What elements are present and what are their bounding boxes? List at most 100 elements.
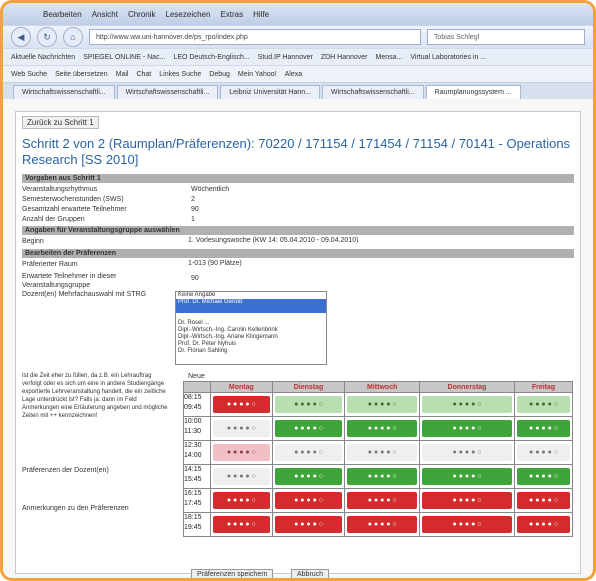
toolbar-item[interactable]: Seite übersetzen bbox=[55, 71, 108, 78]
menu-item-view[interactable]: Ansicht bbox=[92, 10, 118, 19]
list-item[interactable] bbox=[176, 313, 326, 320]
schedule-cell[interactable]: ● ● ● ● ○ bbox=[514, 392, 573, 417]
schedule-cell[interactable]: ● ● ● ● ○ bbox=[271, 440, 346, 465]
preference-radio-group[interactable]: ● ● ● ● ○ bbox=[517, 396, 570, 413]
room-select[interactable]: 1-013 (90 Plätze) bbox=[188, 259, 242, 269]
preference-radio-group[interactable]: ● ● ● ● ○ bbox=[274, 396, 343, 413]
list-item[interactable]: Prof. Dr. Michael Gerold bbox=[176, 299, 326, 306]
preference-radio-group[interactable]: ● ● ● ● ○ bbox=[347, 492, 417, 509]
toolbar-item[interactable]: Linkes Suche bbox=[159, 71, 201, 78]
preference-radio-group[interactable]: ● ● ● ● ○ bbox=[347, 396, 417, 413]
preference-radio-group[interactable]: ● ● ● ● ○ bbox=[517, 492, 570, 509]
schedule-cell[interactable]: ● ● ● ● ○ bbox=[271, 464, 346, 489]
schedule-cell[interactable]: ● ● ● ● ○ bbox=[271, 392, 346, 417]
menu-item-edit[interactable]: Bearbeiten bbox=[43, 10, 82, 19]
toolbar-item[interactable]: Chat bbox=[136, 71, 151, 78]
save-preferences-button[interactable]: Präferenzen speichern bbox=[191, 569, 274, 578]
preference-radio-group[interactable]: ● ● ● ● ○ bbox=[274, 444, 343, 461]
bookmark[interactable]: ZDH Hannover bbox=[321, 54, 368, 61]
list-item[interactable]: Prof. Dr. Peter Nyhuis bbox=[176, 341, 326, 348]
preference-radio-group[interactable]: ● ● ● ● ○ bbox=[213, 468, 270, 485]
schedule-cell[interactable]: ● ● ● ● ○ bbox=[210, 440, 273, 465]
browser-tab[interactable]: Wirtschaftswissenschaftli... bbox=[116, 85, 219, 99]
list-item[interactable]: Dr. Florian Sahling bbox=[176, 348, 326, 355]
toolbar-item[interactable]: Mail bbox=[116, 71, 129, 78]
preference-radio-group[interactable]: ● ● ● ● ○ bbox=[347, 420, 417, 437]
preference-radio-group[interactable]: ● ● ● ● ○ bbox=[422, 420, 513, 437]
preference-radio-group[interactable]: ● ● ● ● ○ bbox=[213, 516, 270, 533]
browser-tab[interactable]: Wirtschaftswissenschaftli... bbox=[13, 85, 115, 99]
schedule-cell[interactable]: ● ● ● ● ○ bbox=[344, 392, 420, 417]
list-item[interactable]: Dipl.-Wirtsch.-Ing. Ariane Klingemann bbox=[176, 334, 326, 341]
toolbar-item[interactable]: Alexa bbox=[285, 71, 303, 78]
schedule-cell[interactable]: ● ● ● ● ○ bbox=[271, 416, 346, 441]
bookmark[interactable]: Aktuelle Nachrichten bbox=[11, 54, 75, 61]
schedule-cell[interactable]: ● ● ● ● ○ bbox=[210, 392, 273, 417]
back-icon[interactable]: ◀ bbox=[11, 27, 31, 47]
list-item[interactable]: Dr. Rosel ... bbox=[176, 320, 326, 327]
preference-radio-group[interactable]: ● ● ● ● ○ bbox=[517, 516, 570, 533]
participants-input[interactable]: 90 bbox=[191, 274, 199, 283]
preference-radio-group[interactable]: ● ● ● ● ○ bbox=[274, 468, 343, 485]
lecturer-listbox[interactable]: Keine Angabe Prof. Dr. Michael Gerold Dr… bbox=[175, 291, 327, 365]
menu-item-help[interactable]: Hilfe bbox=[253, 10, 269, 19]
preference-radio-group[interactable]: ● ● ● ● ○ bbox=[422, 492, 513, 509]
browser-tab-active[interactable]: Raumplanungssystem ... bbox=[425, 85, 521, 99]
schedule-cell[interactable]: ● ● ● ● ○ bbox=[514, 512, 573, 537]
menu-item-history[interactable]: Chronik bbox=[128, 10, 156, 19]
bookmark[interactable]: Stud.IP Hannover bbox=[258, 54, 313, 61]
preference-radio-group[interactable]: ● ● ● ● ○ bbox=[422, 516, 513, 533]
schedule-cell[interactable]: ● ● ● ● ○ bbox=[344, 488, 420, 513]
menu-item-bookmarks[interactable]: Lesezeichen bbox=[166, 10, 211, 19]
schedule-cell[interactable]: ● ● ● ● ○ bbox=[344, 464, 420, 489]
home-icon[interactable]: ⌂ bbox=[63, 27, 83, 47]
preference-radio-group[interactable]: ● ● ● ● ○ bbox=[517, 420, 570, 437]
begin-select[interactable]: 1. Vorlesungswoche (KW 14: 05.04.2010 - … bbox=[188, 236, 358, 246]
toolbar-item[interactable]: Web Suche bbox=[11, 71, 47, 78]
preference-radio-group[interactable]: ● ● ● ● ○ bbox=[422, 444, 513, 461]
preference-radio-group[interactable]: ● ● ● ● ○ bbox=[213, 444, 270, 461]
address-bar[interactable]: http://www.ww.uni-hannover.de/ps_rpo/ind… bbox=[89, 29, 421, 45]
preference-radio-group[interactable]: ● ● ● ● ○ bbox=[213, 420, 270, 437]
back-to-step1-button[interactable]: Zurück zu Schritt 1 bbox=[22, 116, 99, 129]
bookmark[interactable]: LEO Deutsch-Englisch... bbox=[173, 54, 249, 61]
schedule-cell[interactable]: ● ● ● ● ○ bbox=[418, 392, 516, 417]
preference-radio-group[interactable]: ● ● ● ● ○ bbox=[347, 468, 417, 485]
preference-radio-group[interactable]: ● ● ● ● ○ bbox=[422, 468, 513, 485]
list-item[interactable] bbox=[176, 306, 326, 313]
menu-item-tools[interactable]: Extras bbox=[220, 10, 243, 19]
schedule-cell[interactable]: ● ● ● ● ○ bbox=[418, 464, 516, 489]
preference-radio-group[interactable]: ● ● ● ● ○ bbox=[517, 444, 570, 461]
schedule-cell[interactable]: ● ● ● ● ○ bbox=[514, 416, 573, 441]
toolbar-item[interactable]: Debug bbox=[209, 71, 230, 78]
schedule-cell[interactable]: ● ● ● ● ○ bbox=[418, 512, 516, 537]
browser-tab[interactable]: Leibniz Universität Hann... bbox=[220, 85, 320, 99]
preference-radio-group[interactable]: ● ● ● ● ○ bbox=[274, 492, 343, 509]
preference-radio-group[interactable]: ● ● ● ● ○ bbox=[517, 468, 570, 485]
schedule-cell[interactable]: ● ● ● ● ○ bbox=[210, 512, 273, 537]
preference-radio-group[interactable]: ● ● ● ● ○ bbox=[213, 396, 270, 413]
list-item[interactable]: Dipl.-Wirtsch.-Ing. Carolin Kellenbrink bbox=[176, 327, 326, 334]
search-input[interactable]: Tobias Schlegl bbox=[427, 29, 585, 45]
schedule-cell[interactable]: ● ● ● ● ○ bbox=[344, 440, 420, 465]
preference-radio-group[interactable]: ● ● ● ● ○ bbox=[213, 492, 270, 509]
preference-radio-group[interactable]: ● ● ● ● ○ bbox=[347, 516, 417, 533]
cancel-button[interactable]: Abbruch bbox=[291, 569, 330, 578]
list-item[interactable]: Keine Angabe bbox=[176, 292, 326, 299]
schedule-cell[interactable]: ● ● ● ● ○ bbox=[210, 488, 273, 513]
toolbar-item[interactable]: Mein Yahoo! bbox=[238, 71, 277, 78]
bookmark[interactable]: SPIEGEL ONLINE - Nac... bbox=[83, 54, 165, 61]
schedule-cell[interactable]: ● ● ● ● ○ bbox=[271, 512, 346, 537]
preference-radio-group[interactable]: ● ● ● ● ○ bbox=[274, 516, 343, 533]
preference-radio-group[interactable]: ● ● ● ● ○ bbox=[422, 396, 513, 413]
schedule-cell[interactable]: ● ● ● ● ○ bbox=[514, 440, 573, 465]
schedule-cell[interactable]: ● ● ● ● ○ bbox=[210, 464, 273, 489]
reload-icon[interactable]: ↻ bbox=[37, 27, 57, 47]
schedule-cell[interactable]: ● ● ● ● ○ bbox=[418, 416, 516, 441]
bookmark[interactable]: Virtual Laboratories in ... bbox=[410, 54, 486, 61]
schedule-cell[interactable]: ● ● ● ● ○ bbox=[344, 512, 420, 537]
schedule-cell[interactable]: ● ● ● ● ○ bbox=[210, 416, 273, 441]
preference-radio-group[interactable]: ● ● ● ● ○ bbox=[274, 420, 343, 437]
schedule-cell[interactable]: ● ● ● ● ○ bbox=[514, 464, 573, 489]
schedule-cell[interactable]: ● ● ● ● ○ bbox=[344, 416, 420, 441]
